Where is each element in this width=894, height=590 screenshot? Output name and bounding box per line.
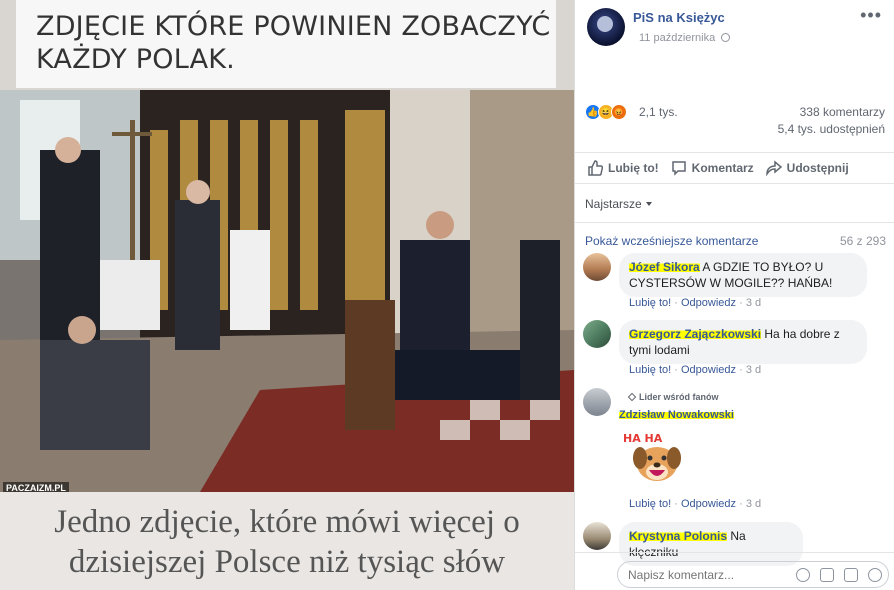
- avatar[interactable]: [583, 320, 611, 348]
- globe-icon: [721, 33, 731, 42]
- avatar[interactable]: [583, 388, 611, 416]
- avatar[interactable]: [583, 253, 611, 281]
- comment-item: Grzegorz Zajączkowski Ha ha dobre z tymi…: [583, 320, 883, 380]
- share-label: Udostępnij: [786, 161, 849, 175]
- comment-like-link[interactable]: Lubię to!: [629, 498, 671, 510]
- comment-bubble: Józef Sikora A GDZIE TO BYŁO? U CYSTERSÓ…: [619, 253, 867, 297]
- like-label: Lubię to!: [608, 161, 659, 175]
- comment-meta: Lubię to! · Odpowiedz · 3 d: [629, 364, 762, 376]
- post-header: PiS na Księżyc 11 października: [587, 8, 887, 48]
- shares-count[interactable]: 5,4 tys. udostępnień: [778, 122, 885, 136]
- post-date[interactable]: 11 października: [639, 32, 715, 44]
- post-photo[interactable]: ZDJĘCIE KTÓRE POWINIEN ZOBACZYĆ KAŻDY PO…: [0, 0, 574, 590]
- sticker-icon[interactable]: [868, 568, 882, 582]
- post-actions: Lubię to! Komentarz Udostępnij: [575, 152, 894, 184]
- page-avatar[interactable]: [587, 8, 625, 46]
- show-previous-comments-link[interactable]: Pokaż wcześniejsze komentarze: [585, 234, 758, 248]
- comment-item: Józef Sikora A GDZIE TO BYŁO? U CYSTERSÓ…: [583, 253, 883, 319]
- comment-author-line: Zdzisław Nowakowski: [619, 404, 734, 423]
- comment-reply-link[interactable]: Odpowiedz: [681, 297, 736, 309]
- meme-footer: Jedno zdjęcie, które mówi więcej o dzisi…: [0, 492, 574, 590]
- meme-header: ZDJĘCIE KTÓRE POWINIEN ZOBACZYĆ KAŻDY PO…: [16, 0, 556, 88]
- badge-label: Lider wśród fanów: [639, 392, 719, 402]
- sticker-text: HA HA: [623, 432, 663, 445]
- comment-input-box[interactable]: [617, 561, 889, 588]
- share-arrow-icon: [765, 160, 782, 176]
- comment-author[interactable]: Krystyna Polonis: [629, 529, 728, 543]
- comment-label: Komentarz: [691, 161, 754, 175]
- reaction-icons[interactable]: 👍 😆 😡: [585, 104, 627, 120]
- comment-meta: Lubię to! · Odpowiedz · 3 d: [629, 297, 762, 309]
- comment-like-link[interactable]: Lubię to!: [629, 297, 671, 309]
- comment-reply-link[interactable]: Odpowiedz: [681, 498, 736, 510]
- angry-reaction-icon: 😡: [611, 104, 627, 120]
- comment-like-link[interactable]: Lubię to!: [629, 364, 671, 376]
- emoji-icon[interactable]: [796, 568, 810, 582]
- meme-caption: Jedno zdjęcie, które mówi więcej o dzisi…: [54, 504, 520, 580]
- laughing-dog-sticker[interactable]: HA HA: [623, 430, 687, 488]
- comment-meta: Lubię to! · Odpowiedz · 3 d: [629, 498, 762, 510]
- comment-time[interactable]: 3 d: [746, 498, 761, 510]
- church-photo: [0, 90, 574, 492]
- comments-counter: 56 z 293: [839, 234, 886, 248]
- camera-icon[interactable]: [820, 568, 834, 582]
- meme-title: ZDJĘCIE KTÓRE POWINIEN ZOBACZYĆ KAŻDY PO…: [36, 11, 551, 75]
- more-options-icon[interactable]: •••: [860, 6, 882, 24]
- divider: [575, 222, 894, 223]
- like-button[interactable]: Lubię to!: [587, 160, 659, 176]
- top-fan-badge: Lider wśród fanów: [627, 392, 719, 402]
- diamond-icon: [627, 392, 637, 402]
- comment-button[interactable]: Komentarz: [671, 160, 754, 176]
- comment-reply-link[interactable]: Odpowiedz: [681, 364, 736, 376]
- comment-sort-dropdown[interactable]: Najstarsze: [585, 197, 652, 211]
- avatar[interactable]: [583, 522, 611, 550]
- comment-composer: [575, 552, 894, 590]
- page-name-link[interactable]: PiS na Księżyc: [633, 10, 725, 25]
- comment-time[interactable]: 3 d: [746, 297, 761, 309]
- comment-author[interactable]: Józef Sikora: [629, 260, 700, 274]
- gif-icon[interactable]: [844, 568, 858, 582]
- comment-bubble: Grzegorz Zajączkowski Ha ha dobre z tymi…: [619, 320, 867, 364]
- thumbs-up-icon: [588, 160, 603, 176]
- share-button[interactable]: Udostępnij: [765, 160, 849, 176]
- comment-item: Krystyna Polonis Na klęczniku: [583, 522, 883, 566]
- composer-tools: [786, 568, 882, 582]
- comment-author[interactable]: Zdzisław Nowakowski: [619, 409, 734, 421]
- sort-label: Najstarsze: [585, 197, 642, 211]
- comment-time[interactable]: 3 d: [746, 364, 761, 376]
- comment-icon: [671, 161, 686, 176]
- chevron-down-icon: [645, 202, 652, 206]
- comment-author[interactable]: Grzegorz Zajączkowski: [629, 327, 762, 341]
- post-stats: 👍 😆 😡 2,1 tys. 338 komentarzy 5,4 tys. u…: [585, 102, 885, 142]
- post-timestamp[interactable]: 11 października: [639, 32, 731, 44]
- post-sidebar: PiS na Księżyc 11 października ••• 👍 😆 😡…: [574, 0, 894, 590]
- reactions-count[interactable]: 2,1 tys.: [639, 105, 678, 119]
- comments-count[interactable]: 338 komentarzy: [800, 105, 885, 119]
- comment-input[interactable]: [618, 562, 778, 587]
- comment-item: Lider wśród fanów Zdzisław Nowakowski HA…: [583, 388, 883, 512]
